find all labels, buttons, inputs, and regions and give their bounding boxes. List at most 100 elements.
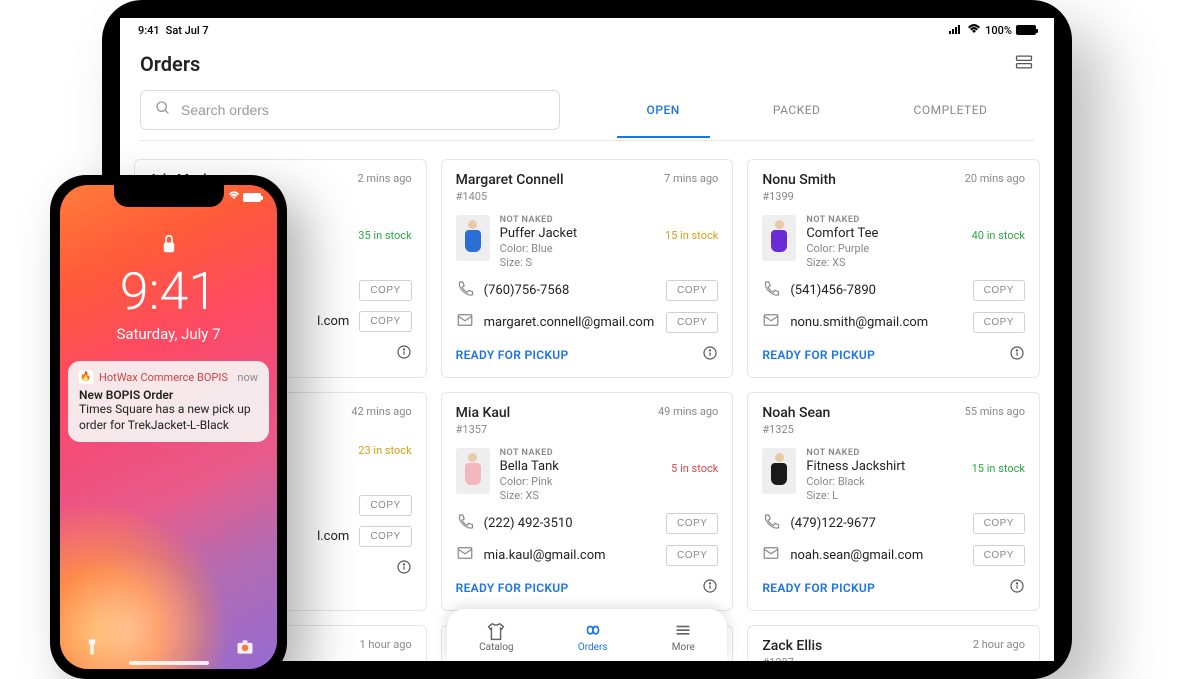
copy-button[interactable]: COPY: [359, 280, 411, 301]
search-input[interactable]: [181, 102, 545, 118]
order-number: #1287: [762, 656, 822, 661]
infinity-icon: [582, 621, 604, 641]
order-card[interactable]: Noah Sean #1325 55 mins ago NOT NAKED Fi…: [747, 392, 1040, 611]
nav-label: More: [672, 642, 695, 653]
notification-title: New BOPIS Order: [79, 388, 258, 402]
order-customer-name: Mia Kaul: [456, 405, 511, 421]
product-thumbnail: [762, 215, 796, 261]
tab-open[interactable]: OPEN: [627, 91, 700, 129]
copy-button[interactable]: COPY: [666, 513, 718, 534]
stock-badge: 35 in stock: [358, 229, 411, 242]
camera-icon[interactable]: [235, 637, 255, 661]
order-email: margaret.connell@gmail.com: [484, 315, 656, 330]
info-icon[interactable]: [702, 578, 718, 598]
order-number: #1405: [456, 190, 564, 203]
notification-card[interactable]: 🔥 HotWax Commerce BOPIS now New BOPIS Or…: [68, 361, 269, 442]
phone-date: Saturday, July 7: [60, 325, 277, 343]
product-name: Comfort Tee: [806, 226, 961, 241]
phone-notch: [114, 185, 224, 207]
tab-completed[interactable]: COMPLETED: [894, 91, 1008, 129]
ready-for-pickup-button[interactable]: READY FOR PICKUP: [456, 581, 569, 595]
info-icon[interactable]: [396, 559, 412, 579]
wifi-icon: [967, 24, 981, 37]
copy-button[interactable]: COPY: [973, 312, 1025, 333]
product-name: Bella Tank: [500, 459, 662, 474]
copy-button[interactable]: COPY: [666, 545, 718, 566]
order-phone: (222) 492-3510: [484, 516, 656, 531]
flashlight-icon[interactable]: [82, 637, 102, 661]
info-icon[interactable]: [396, 344, 412, 364]
home-indicator[interactable]: [129, 661, 209, 665]
order-phone: (760)756-7568: [484, 283, 656, 298]
order-card[interactable]: Zack Ellis #1287 2 hour ago: [747, 625, 1040, 661]
menu-icon: [672, 621, 694, 641]
email-icon: [762, 544, 780, 566]
copy-button[interactable]: COPY: [359, 495, 411, 516]
copy-button[interactable]: COPY: [973, 280, 1025, 301]
info-icon[interactable]: [702, 345, 718, 365]
search-input-container[interactable]: [140, 90, 560, 130]
order-time: 49 mins ago: [658, 405, 718, 418]
stock-badge: 5 in stock: [671, 462, 718, 475]
phone-device-frame: 9:41 Saturday, July 7 🔥 HotWax Commerce …: [50, 175, 287, 679]
ready-for-pickup-button[interactable]: READY FOR PICKUP: [456, 348, 569, 362]
product-size: Size: L: [806, 489, 961, 502]
page-title: Orders: [140, 52, 200, 76]
stock-badge: 40 in stock: [972, 229, 1025, 242]
product-brand: NOT NAKED: [500, 215, 655, 225]
product-size: Size: XS: [806, 256, 961, 269]
ready-for-pickup-button[interactable]: READY FOR PICKUP: [762, 348, 875, 362]
notification-body: Times Square has a new pick up order for…: [79, 402, 258, 433]
phone-time: 9:41: [60, 261, 277, 322]
product-brand: NOT NAKED: [500, 448, 662, 458]
nav-orders[interactable]: Orders: [578, 621, 608, 653]
order-card[interactable]: Margaret Connell #1405 7 mins ago NOT NA…: [441, 159, 734, 378]
order-customer-name: Margaret Connell: [456, 172, 564, 188]
phone-icon: [762, 279, 780, 301]
copy-button[interactable]: COPY: [359, 311, 411, 332]
battery-icon: [1016, 25, 1036, 35]
order-time: 7 mins ago: [664, 172, 718, 185]
order-number: #1357: [456, 423, 511, 436]
info-icon[interactable]: [1009, 578, 1025, 598]
order-card[interactable]: Nonu Smith #1399 20 mins ago NOT NAKED C…: [747, 159, 1040, 378]
order-time: 1 hour ago: [359, 638, 411, 651]
product-color: Color: Black: [806, 475, 961, 488]
copy-button[interactable]: COPY: [666, 312, 718, 333]
order-email: mia.kaul@gmail.com: [484, 548, 656, 563]
email-icon: [762, 311, 780, 333]
copy-button[interactable]: COPY: [666, 280, 718, 301]
order-card[interactable]: Mia Kaul #1357 49 mins ago NOT NAKED Bel…: [441, 392, 734, 611]
order-number: #1325: [762, 423, 830, 436]
notification-app-name: HotWax Commerce BOPIS: [99, 371, 231, 384]
copy-button[interactable]: COPY: [359, 526, 411, 547]
copy-button[interactable]: COPY: [973, 545, 1025, 566]
order-customer-name: Zack Ellis: [762, 638, 822, 654]
product-thumbnail: [456, 448, 490, 494]
order-number: #1399: [762, 190, 836, 203]
order-time: 2 hour ago: [973, 638, 1025, 651]
copy-button[interactable]: COPY: [973, 513, 1025, 534]
product-color: Color: Pink: [500, 475, 662, 488]
ready-for-pickup-button[interactable]: READY FOR PICKUP: [762, 581, 875, 595]
phone-lock-screen: 9:41 Saturday, July 7 🔥 HotWax Commerce …: [60, 185, 277, 669]
email-icon: [456, 544, 474, 566]
order-time: 20 mins ago: [965, 172, 1025, 185]
product-color: Color: Purple: [806, 242, 961, 255]
nav-catalog[interactable]: Catalog: [479, 621, 513, 653]
nav-more[interactable]: More: [672, 621, 695, 653]
filter-icon[interactable]: [1014, 52, 1034, 76]
phone-icon: [456, 512, 474, 534]
tab-packed[interactable]: PACKED: [753, 91, 841, 129]
nav-label: Orders: [578, 642, 608, 653]
stock-badge: 15 in stock: [665, 229, 718, 242]
product-size: Size: S: [500, 256, 655, 269]
order-customer-name: Nonu Smith: [762, 172, 836, 188]
phone-icon: [456, 279, 474, 301]
bottom-nav: Catalog Orders More: [447, 609, 727, 661]
lock-icon: [160, 233, 178, 259]
tablet-status-bar: 9:41 Sat Jul 7 100%: [120, 18, 1054, 42]
product-thumbnail: [456, 215, 490, 261]
order-email: nonu.smith@gmail.com: [790, 315, 962, 330]
info-icon[interactable]: [1009, 345, 1025, 365]
